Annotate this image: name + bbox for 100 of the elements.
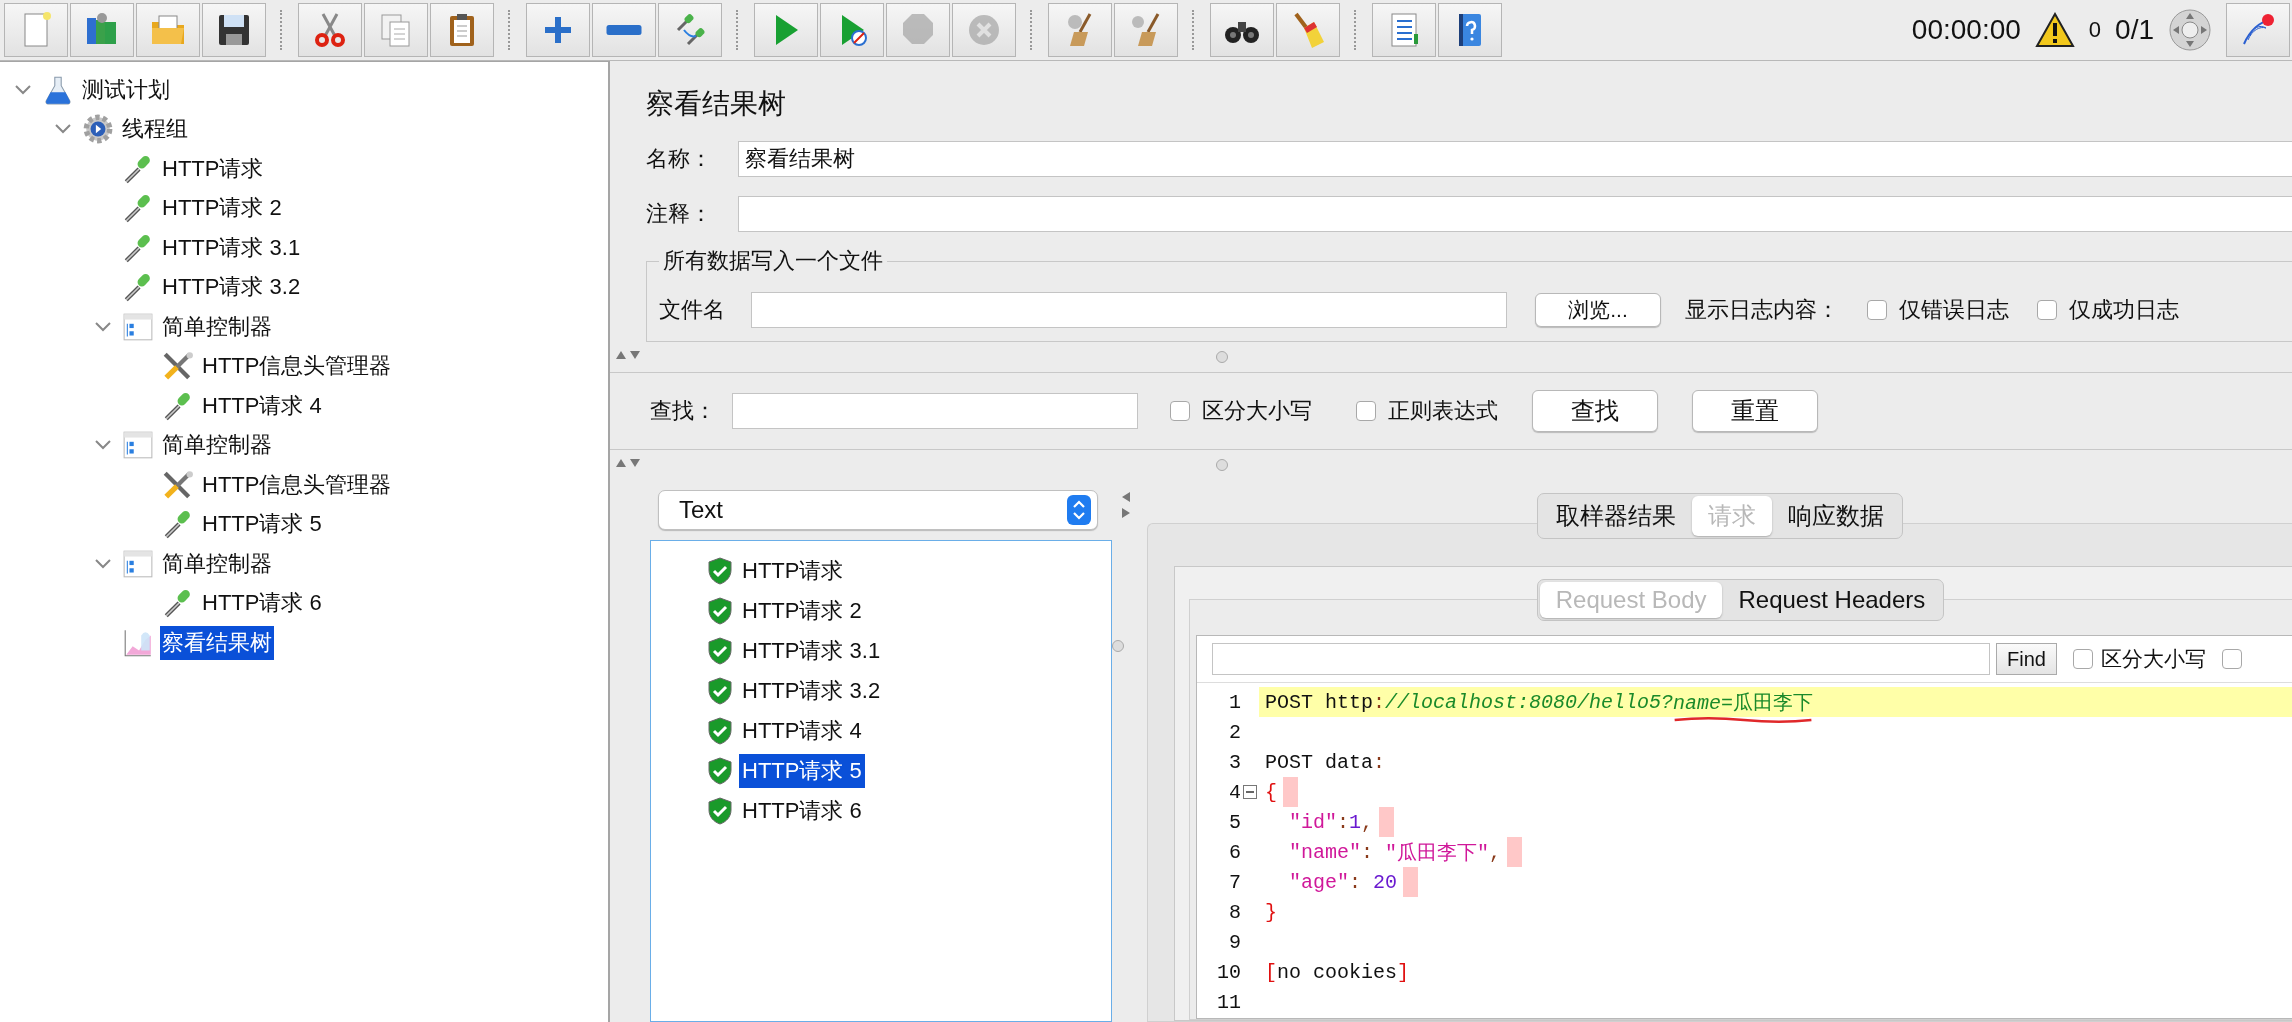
code-line: "id":1, — [1259, 807, 2292, 837]
checkbox-label: 仅错误日志 — [1899, 296, 2009, 324]
result-item[interactable]: HTTP请求 3.2 — [739, 674, 884, 708]
checkbox[interactable] — [2221, 649, 2242, 669]
tree-item[interactable]: HTTP请求 4 — [200, 388, 324, 423]
collapse-icon[interactable] — [1243, 785, 1257, 799]
find-button[interactable]: Find — [1996, 643, 2057, 675]
splitter-handle[interactable] — [1112, 640, 1124, 652]
splitter-handle[interactable] — [1216, 351, 1228, 363]
shield-check-icon — [707, 677, 733, 705]
checkbox-label: 区分大小写 — [2100, 646, 2206, 672]
shield-check-icon — [707, 597, 733, 625]
splitter-handle[interactable] — [1216, 459, 1228, 471]
code-line: [no cookies] — [1264, 959, 1411, 986]
checkbox-label: 区分大小写 — [1202, 397, 1312, 425]
thread-count: 0/1 — [2115, 14, 2154, 46]
line-number: 11 — [1216, 990, 1241, 1014]
search-button[interactable]: 查找 — [1532, 390, 1658, 432]
line-number: 6 — [1228, 840, 1241, 864]
line-number: 7 — [1228, 870, 1241, 894]
warning-icon[interactable] — [2034, 12, 2075, 48]
splitter-arrows-icon[interactable] — [1120, 490, 1132, 520]
tab[interactable]: 取样器结果 — [1539, 496, 1692, 536]
browse-button[interactable]: 浏览... — [1535, 293, 1661, 327]
line-number: 9 — [1228, 930, 1241, 954]
checkbox[interactable] — [1356, 401, 1376, 421]
tree-item[interactable]: HTTP请求 3.2 — [160, 270, 303, 305]
code-line: POST data: — [1264, 749, 1387, 776]
tree-item[interactable]: HTTP请求 2 — [160, 191, 284, 226]
line-number: 8 — [1228, 900, 1241, 924]
chevron-icon[interactable] — [14, 83, 32, 96]
toolbar-button[interactable] — [1438, 3, 1502, 57]
tab[interactable]: 响应数据 — [1771, 496, 1900, 536]
renderer-dropdown[interactable]: Text — [658, 490, 1098, 530]
line-number: 4 — [1228, 780, 1241, 804]
minus-icon — [606, 25, 642, 35]
field-label: 名称： — [646, 145, 713, 173]
result-item[interactable]: HTTP请求 3.1 — [739, 634, 884, 668]
code-line: "age": 20 — [1259, 867, 2292, 897]
line-number: 1 — [1228, 690, 1241, 714]
toolbar-button[interactable] — [1210, 3, 1274, 57]
shield-check-icon — [707, 717, 733, 745]
gear-icon — [82, 113, 114, 146]
tree-item[interactable]: 线程组 — [120, 112, 190, 147]
error-count: 0 — [2088, 17, 2102, 43]
tools-icon — [162, 468, 194, 501]
checkbox[interactable] — [1867, 300, 1887, 320]
tree-item[interactable]: HTTP请求 6 — [200, 586, 324, 621]
tree-item[interactable]: HTTP请求 3.1 — [160, 230, 303, 265]
chevron-icon[interactable] — [94, 439, 112, 452]
splitter-arrows-icon[interactable] — [614, 350, 642, 360]
splitter-arrows-icon[interactable] — [614, 458, 642, 468]
checkbox[interactable] — [2072, 649, 2093, 669]
line-number: 2 — [1228, 720, 1241, 744]
group-title: 所有数据写入一个文件 — [662, 247, 884, 275]
line-number: 3 — [1228, 750, 1241, 774]
chevron-icon[interactable] — [54, 123, 72, 136]
checkbox[interactable] — [2037, 300, 2057, 320]
chevron-icon[interactable] — [94, 557, 112, 570]
tree-item[interactable]: HTTP信息头管理器 — [200, 467, 394, 502]
tree-item[interactable]: HTTP信息头管理器 — [200, 349, 394, 384]
remote-icon[interactable] — [2168, 8, 2212, 52]
line-number: 10 — [1216, 960, 1241, 984]
stepper-icon — [1067, 495, 1091, 525]
result-item[interactable]: HTTP请求 4 — [739, 714, 865, 748]
tree-item[interactable]: HTTP请求 — [160, 151, 266, 186]
code-line: { — [1259, 777, 2292, 807]
result-item[interactable]: HTTP请求 2 — [739, 594, 865, 628]
tree-item[interactable]: 察看结果树 — [160, 625, 274, 660]
tree-item[interactable]: 简单控制器 — [160, 428, 274, 463]
search-button[interactable]: 重置 — [1692, 390, 1818, 432]
tree-item[interactable]: 简单控制器 — [160, 309, 274, 344]
tab[interactable]: Request Headers — [1722, 582, 1942, 618]
checkbox[interactable] — [1170, 401, 1190, 421]
shield-check-icon — [707, 557, 733, 585]
search-field[interactable] — [732, 393, 1138, 429]
line-number: 5 — [1228, 810, 1241, 834]
find-field[interactable] — [1212, 643, 1990, 675]
logo-button[interactable] — [2226, 3, 2290, 57]
tree-item[interactable]: 测试计划 — [80, 72, 172, 107]
filename-field[interactable] — [751, 292, 1507, 328]
shield-check-icon — [707, 637, 733, 665]
result-item[interactable]: HTTP请求 5 — [739, 754, 865, 788]
chevron-icon[interactable] — [94, 320, 112, 333]
tree-item[interactable]: HTTP请求 5 — [200, 507, 324, 542]
code-line: } — [1264, 899, 1278, 926]
field-label: 查找： — [650, 397, 717, 425]
field-label: 显示日志内容： — [1685, 296, 1839, 324]
comment-field[interactable] — [738, 196, 2292, 232]
shield-check-icon — [707, 797, 733, 825]
tree-item[interactable]: 简单控制器 — [160, 546, 274, 581]
toolbar-button[interactable] — [202, 3, 266, 57]
result-item[interactable]: HTTP请求 — [739, 554, 847, 588]
checkbox-label: 仅成功日志 — [2069, 296, 2179, 324]
shield-check-icon — [707, 757, 733, 785]
panel-title: 察看结果树 — [645, 87, 787, 121]
code-line: "name": "瓜田李下", — [1259, 837, 2292, 867]
result-item[interactable]: HTTP请求 6 — [739, 794, 865, 828]
checkbox-label: 正则表达式 — [1388, 397, 1498, 425]
name-field[interactable]: 察看结果树 — [738, 141, 2292, 177]
